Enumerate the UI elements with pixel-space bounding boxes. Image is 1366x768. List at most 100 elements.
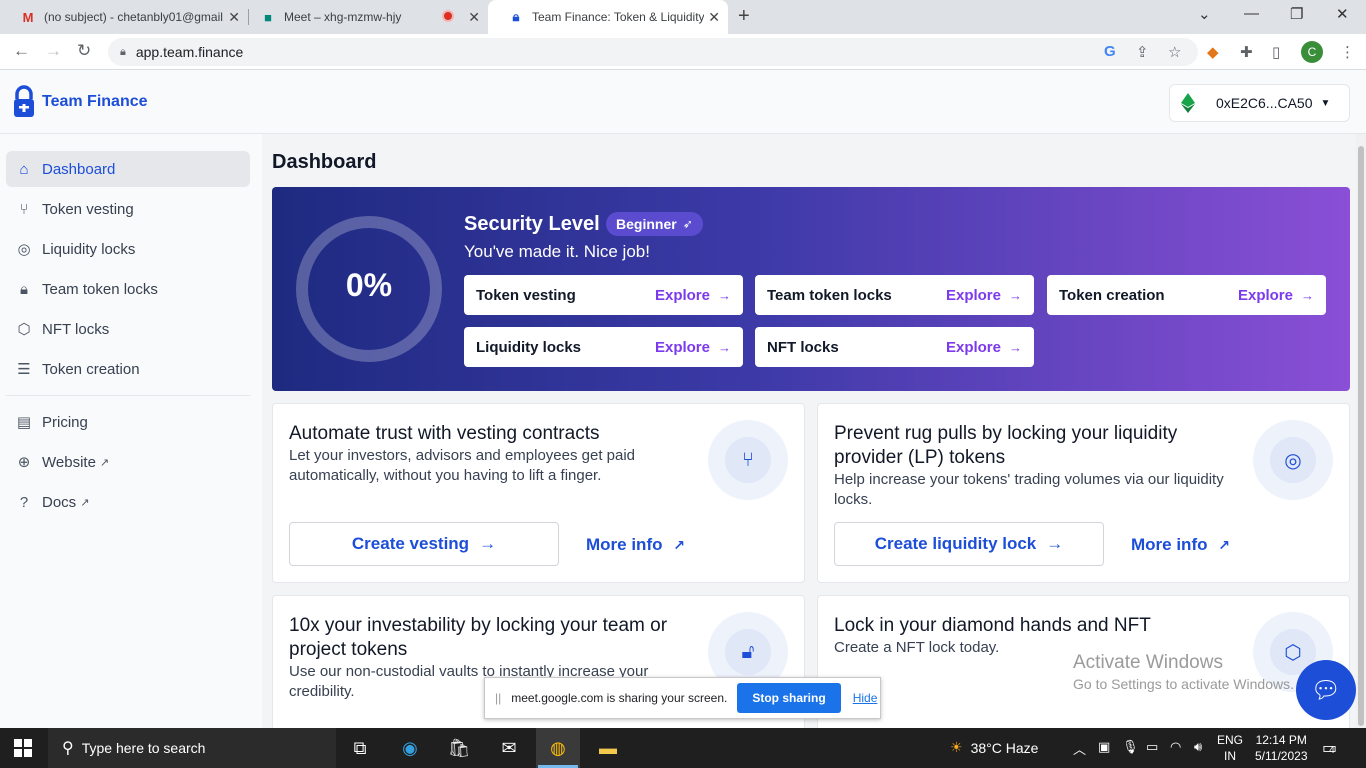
sidebar-item-token-vesting[interactable]: ⑂ Token vesting [6,191,250,227]
activate-windows-title: Activate Windows [1073,652,1223,673]
sidebar-item-label: Token vesting [42,200,134,218]
card-description: Let your investors, advisors and employe… [289,447,636,484]
battery-icon[interactable]: ▭ [1146,739,1158,755]
logo[interactable]: Team Finance [12,85,148,119]
meet-tray-icon[interactable]: ▣ [1098,739,1110,755]
security-title: Security Level [464,213,600,235]
browser-tab-bar: M (no subject) - chetanbly01@gmail.com ✕… [0,0,1366,34]
explore-nft-locks[interactable]: NFT locks Explore → [755,327,1034,367]
stop-sharing-button[interactable]: Stop sharing [737,683,841,713]
file-explorer-icon[interactable]: ▬ [596,736,620,760]
brand-name: Team Finance [42,93,148,110]
sidebar-item-website[interactable]: ⊕ Website ↗ [6,444,250,480]
wallet-button[interactable]: 0xE2C6...CA50 ▼ [1169,84,1350,122]
microphone-icon[interactable]: 🎙︎ [1122,739,1139,755]
forward-icon[interactable]: → [45,41,62,61]
metamask-icon[interactable]: ◆ [1207,43,1219,61]
windows-start-icon[interactable] [14,739,32,757]
search-placeholder: Type here to search [81,740,206,756]
tab-team-finance[interactable]: 🔒︎ Team Finance: Token & Liquidity Locks… [488,0,728,34]
menu-icon[interactable]: ⋮ [1340,43,1355,61]
wifi-icon[interactable]: ◠ [1170,739,1181,755]
sidebar-item-dashboard[interactable]: ⌂ Dashboard [6,151,250,187]
hide-link[interactable]: Hide [853,691,878,705]
explore-link: Explore [1237,286,1293,304]
activate-windows-subtitle: Go to Settings to activate Windows. [1073,676,1294,692]
recording-icon [442,10,454,22]
close-tab-icon[interactable]: ✕ [228,9,240,26]
vesting-icon: ⑂ [19,200,29,218]
sidebar-item-nft-locks[interactable]: ⬡ NFT locks [6,311,250,347]
taskbar-search[interactable]: ⚲ Type here to search [48,728,336,768]
chrome-icon[interactable]: ◍ [546,736,570,760]
create-liquidity-lock-button[interactable]: Create liquidity lock → [834,522,1104,566]
close-window-icon[interactable]: ✕ [1336,5,1349,23]
home-icon: ⌂ [19,160,29,178]
chevron-down-icon: ▼ [1320,97,1331,109]
new-tab-icon[interactable]: + [738,5,750,28]
more-info-link[interactable]: More info ↗ [586,535,685,555]
mail-icon[interactable]: ✉ [497,736,521,760]
scrollbar-thumb[interactable] [1358,146,1364,726]
sidebar-item-team-token-locks[interactable]: 🔒︎ Team token locks [6,271,250,307]
explore-token-creation[interactable]: Token creation Explore → [1047,275,1326,315]
edge-icon[interactable]: ◉ [398,736,422,760]
sidebar-item-pricing[interactable]: ▤ Pricing [6,404,250,440]
explore-token-vesting[interactable]: Token vesting Explore → [464,275,743,315]
sidebar-item-docs[interactable]: ? Docs ↗ [6,484,250,520]
lang-code: ENG [1217,733,1244,747]
sidebar-item-label: Pricing [42,413,88,431]
more-info-link[interactable]: More info ↗ [1131,535,1230,555]
close-tab-icon[interactable]: ✕ [468,9,480,26]
taskbar: ⚲ Type here to search ⧉ ◉ 🛍︎ ✉ ◍ ▬ ☀ 38°… [0,728,1366,768]
system-clock[interactable]: 12:14 PM 5/11/2023 [1255,732,1308,764]
external-link-icon: ↗ [99,456,110,469]
sidebar-item-label: Website [42,453,96,471]
profile-avatar[interactable]: C [1301,41,1323,63]
sidebar-item-label: Docs [42,493,77,511]
share-text: meet.google.com is sharing your screen. [511,691,728,705]
language-indicator[interactable]: ENG IN [1217,732,1243,764]
back-icon[interactable]: ← [13,41,30,61]
store-icon[interactable]: 🛍︎ [447,736,471,760]
url-field[interactable]: 🔒︎ app.team.finance [108,38,1198,66]
button-label: Create vesting [351,534,470,553]
pill-label: Token creation [1059,286,1165,304]
sidebar-item-token-creation[interactable]: ☰ Token creation [6,351,250,387]
security-subtitle: You've made it. Nice job! [464,242,650,261]
tab-meet[interactable]: ■ Meet – xhg-mzmw-hjy ✕ [240,0,488,34]
search-icon: ⚲ [62,740,74,757]
show-hidden-icons-icon[interactable]: ︿ [1073,739,1086,758]
weather-widget[interactable]: ☀ 38°C Haze [950,739,1038,756]
volume-icon[interactable]: 🔊︎ [1194,739,1202,755]
bookmark-star-icon[interactable]: ☆ [1168,43,1181,61]
task-view-icon[interactable]: ⧉ [348,736,372,760]
share-icon[interactable]: ⇪ [1136,43,1149,61]
reload-icon[interactable]: ↻ [77,41,91,61]
team-finance-icon: 🔒︎ [512,9,520,24]
tab-gmail[interactable]: M (no subject) - chetanbly01@gmail.com ✕ [0,0,248,34]
google-icon[interactable]: G [1104,43,1116,60]
sidebar-item-label: Team token locks [42,280,158,298]
side-panel-icon[interactable]: ▯ [1272,43,1280,61]
clock-time: 12:14 PM [1255,733,1307,747]
tab-title: (no subject) - chetanbly01@gmail.com [44,10,224,24]
screen-share-bar: || meet.google.com is sharing your scree… [484,677,881,719]
tab-search-icon[interactable]: ⌄ [1198,5,1211,23]
sidebar-item-liquidity-locks[interactable]: ◎ Liquidity locks [6,231,250,267]
page-title: Dashboard [272,151,377,173]
card-title: Automate trust with vesting contracts [289,423,600,444]
explore-team-token-locks[interactable]: Team token locks Explore → [755,275,1034,315]
haze-icon: ☀ [950,739,963,755]
external-link-icon: ↗ [1218,537,1230,553]
restore-icon[interactable]: ❐ [1290,5,1303,23]
minimize-icon[interactable]: — [1244,5,1259,22]
level-badge: Beginner ➶ [606,212,703,236]
notification-center-icon[interactable]: ▭4 [1322,738,1337,758]
extensions-icon[interactable]: ✚ [1240,43,1253,61]
chat-widget-button[interactable]: 💬︎ [1296,660,1356,720]
drag-handle-icon[interactable]: || [495,691,501,705]
explore-liquidity-locks[interactable]: Liquidity locks Explore → [464,327,743,367]
create-vesting-button[interactable]: Create vesting → [289,522,559,566]
close-tab-icon[interactable]: ✕ [708,9,720,26]
